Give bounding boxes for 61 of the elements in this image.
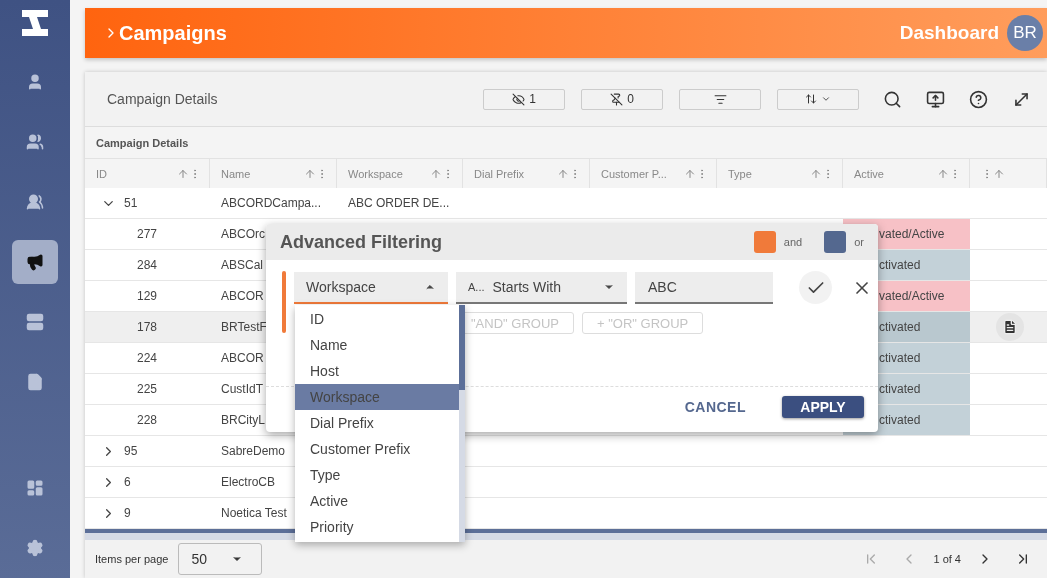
id-text: 95 [124,444,138,458]
confirm-button[interactable] [799,271,832,304]
name-text: ABCOR [221,289,264,303]
id-text: 178 [137,320,158,334]
toolbar-title: Campaign Details [107,91,218,107]
id-text: 284 [137,258,158,272]
caret-icon [821,94,831,104]
apply-button[interactable]: APPLY [782,395,864,418]
document-icon[interactable] [996,313,1024,341]
id-text: 224 [137,351,158,365]
sort-button[interactable] [777,88,859,110]
hidden-columns-button[interactable]: 1 [483,88,565,110]
name-text: BRTestF [221,320,267,334]
search-icon[interactable] [883,89,902,109]
page-title: Campaigns [119,21,227,45]
page-size-select[interactable]: 50 [178,543,263,575]
pinned-columns-button[interactable]: 0 [581,88,663,110]
operator-select[interactable]: A... Starts With [456,271,627,304]
dialog-title: Advanced Filtering [280,231,443,253]
export-icon[interactable] [926,89,945,109]
vertical-scrollbar[interactable] [459,305,465,542]
field-select[interactable]: Workspace [294,271,448,304]
filter-icon [713,92,727,106]
legend-label: or [854,236,864,248]
sort-arrows-icon [805,93,817,105]
dropdown-option[interactable]: ID [295,306,459,332]
dropdown-option[interactable]: Name [295,332,459,358]
name-text: ABCOrc [221,227,265,241]
logo-icon [20,8,50,38]
table-row[interactable]: 51 ABCORDCampa... ABC ORDER DE... [85,188,1047,219]
workspace-text: ABC ORDER DE... [348,196,450,210]
name-text: ABSCal [221,258,264,272]
name-text: ABCOR [221,351,264,365]
dropdown-option[interactable]: Customer Prefix [295,436,459,462]
id-text: 228 [137,413,158,427]
name-text: CustIdT [221,382,263,396]
user-avatar[interactable]: BR [1007,15,1043,51]
group-bar [282,271,286,333]
name-text: Noetica Test [221,506,287,520]
legend-label: and [783,236,803,248]
group-label: Campaign Details [85,127,1047,158]
id-text: 225 [137,382,158,396]
name-text: BRCityL [221,413,265,427]
id-text: 129 [137,289,158,303]
dropdown-option[interactable]: Host [295,358,459,384]
megaphone-icon[interactable] [12,240,58,284]
name-text: SabreDemo [221,444,286,458]
id-text: 277 [137,227,158,241]
id-text: 51 [124,196,138,210]
pin-off-icon [610,92,624,106]
name-text: ElectroCB [221,475,276,489]
cancel-button[interactable]: CANCEL [678,397,752,416]
id-text: 6 [124,475,131,489]
page-indicator: 1 of 4 [933,553,961,565]
help-icon[interactable] [969,89,988,109]
eye-off-icon [512,92,526,106]
name-text: ABCORDCampa... [221,196,322,210]
value-input[interactable]: ABC [635,271,773,304]
items-per-page-label: Items per page [95,553,169,565]
id-text: 9 [124,506,131,520]
dropdown-option[interactable]: Dial Prefix [295,410,459,436]
